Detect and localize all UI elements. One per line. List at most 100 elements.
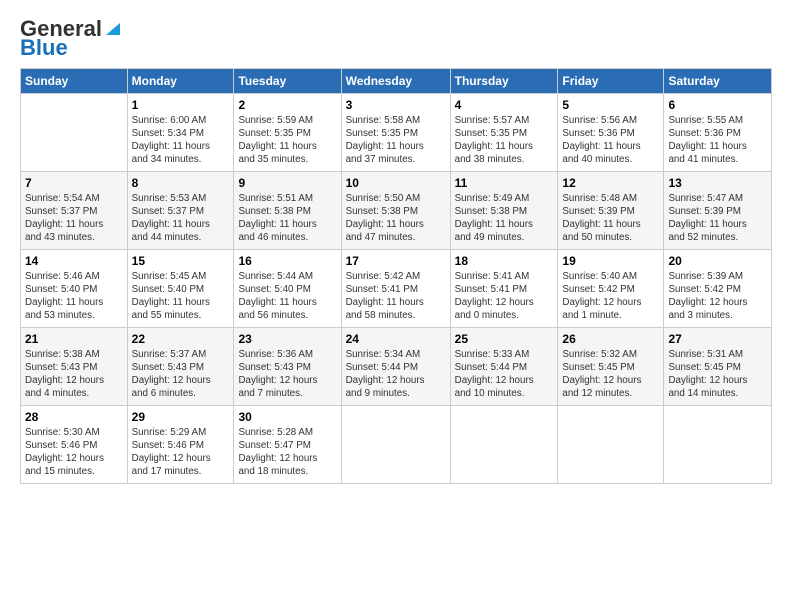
day-info: Sunrise: 5:41 AM Sunset: 5:41 PM Dayligh… (455, 270, 554, 323)
day-number: 24 (346, 332, 446, 346)
day-info: Sunrise: 5:39 AM Sunset: 5:42 PM Dayligh… (668, 270, 767, 323)
day-number: 22 (132, 332, 230, 346)
calendar-cell: 12 Sunrise: 5:48 AM Sunset: 5:39 PM Dayli… (558, 171, 664, 249)
calendar-cell (450, 405, 558, 483)
day-number: 8 (132, 176, 230, 190)
calendar-cell: 30 Sunrise: 5:28 AM Sunset: 5:47 PM Dayli… (234, 405, 341, 483)
day-info: Sunrise: 5:40 AM Sunset: 5:42 PM Dayligh… (562, 270, 659, 323)
day-number: 29 (132, 410, 230, 424)
day-number: 11 (455, 176, 554, 190)
day-info: Sunrise: 5:42 AM Sunset: 5:41 PM Dayligh… (346, 270, 446, 323)
calendar-cell: 1 Sunrise: 6:00 AM Sunset: 5:34 PM Daylig… (127, 93, 234, 171)
calendar-week-row: 1 Sunrise: 6:00 AM Sunset: 5:34 PM Daylig… (21, 93, 772, 171)
day-info: Sunrise: 5:47 AM Sunset: 5:39 PM Dayligh… (668, 192, 767, 245)
day-number: 21 (25, 332, 123, 346)
calendar-cell: 24Sunrise: 5:34 AM Sunset: 5:44 PM Dayli… (341, 327, 450, 405)
calendar-cell: 8 Sunrise: 5:53 AM Sunset: 5:37 PM Daylig… (127, 171, 234, 249)
calendar-body: 1 Sunrise: 6:00 AM Sunset: 5:34 PM Daylig… (21, 93, 772, 483)
day-number: 13 (668, 176, 767, 190)
day-number: 1 (132, 98, 230, 112)
calendar-cell (558, 405, 664, 483)
day-info: Sunrise: 5:31 AM Sunset: 5:45 PM Dayligh… (668, 348, 767, 401)
calendar-cell: 7 Sunrise: 5:54 AM Sunset: 5:37 PM Daylig… (21, 171, 128, 249)
calendar-cell: 20 Sunrise: 5:39 AM Sunset: 5:42 PM Dayli… (664, 249, 772, 327)
day-info: Sunrise: 5:46 AM Sunset: 5:40 PM Dayligh… (25, 270, 123, 323)
day-number: 10 (346, 176, 446, 190)
day-number: 20 (668, 254, 767, 268)
calendar-cell (341, 405, 450, 483)
day-number: 3 (346, 98, 446, 112)
calendar-header-row: SundayMondayTuesdayWednesdayThursdayFrid… (21, 68, 772, 93)
day-number: 4 (455, 98, 554, 112)
calendar-cell: 27 Sunrise: 5:31 AM Sunset: 5:45 PM Dayli… (664, 327, 772, 405)
calendar-cell: 4Sunrise: 5:57 AM Sunset: 5:35 PM Daylig… (450, 93, 558, 171)
calendar-cell: 19 Sunrise: 5:40 AM Sunset: 5:42 PM Dayli… (558, 249, 664, 327)
day-number: 9 (238, 176, 336, 190)
logo: General Blue (20, 16, 122, 58)
day-info: Sunrise: 5:50 AM Sunset: 5:38 PM Dayligh… (346, 192, 446, 245)
calendar-cell: 2 Sunrise: 5:59 AM Sunset: 5:35 PM Daylig… (234, 93, 341, 171)
calendar-cell: 9 Sunrise: 5:51 AM Sunset: 5:38 PM Daylig… (234, 171, 341, 249)
day-number: 26 (562, 332, 659, 346)
calendar-cell: 18 Sunrise: 5:41 AM Sunset: 5:41 PM Dayli… (450, 249, 558, 327)
calendar-header-cell: Sunday (21, 68, 128, 93)
day-number: 23 (238, 332, 336, 346)
calendar-cell (664, 405, 772, 483)
calendar-cell: 5Sunrise: 5:56 AM Sunset: 5:36 PM Daylig… (558, 93, 664, 171)
calendar-cell: 23 Sunrise: 5:36 AM Sunset: 5:43 PM Dayli… (234, 327, 341, 405)
day-number: 7 (25, 176, 123, 190)
day-number: 15 (132, 254, 230, 268)
calendar-cell: 21Sunrise: 5:38 AM Sunset: 5:43 PM Dayli… (21, 327, 128, 405)
day-number: 14 (25, 254, 123, 268)
calendar-cell: 14 Sunrise: 5:46 AM Sunset: 5:40 PM Dayli… (21, 249, 128, 327)
day-info: Sunrise: 5:53 AM Sunset: 5:37 PM Dayligh… (132, 192, 230, 245)
calendar-cell: 6 Sunrise: 5:55 AM Sunset: 5:36 PM Daylig… (664, 93, 772, 171)
calendar-week-row: 7 Sunrise: 5:54 AM Sunset: 5:37 PM Daylig… (21, 171, 772, 249)
day-number: 12 (562, 176, 659, 190)
day-number: 30 (238, 410, 336, 424)
logo-triangle-icon (104, 19, 122, 37)
calendar-cell: 15 Sunrise: 5:45 AM Sunset: 5:40 PM Dayli… (127, 249, 234, 327)
day-info: Sunrise: 5:58 AM Sunset: 5:35 PM Dayligh… (346, 114, 446, 167)
day-number: 18 (455, 254, 554, 268)
day-info: Sunrise: 5:49 AM Sunset: 5:38 PM Dayligh… (455, 192, 554, 245)
day-number: 19 (562, 254, 659, 268)
calendar-cell: 3 Sunrise: 5:58 AM Sunset: 5:35 PM Daylig… (341, 93, 450, 171)
header: General Blue (20, 16, 772, 58)
calendar-cell: 25 Sunrise: 5:33 AM Sunset: 5:44 PM Dayli… (450, 327, 558, 405)
calendar-cell: 26Sunrise: 5:32 AM Sunset: 5:45 PM Dayli… (558, 327, 664, 405)
day-number: 25 (455, 332, 554, 346)
day-info: Sunrise: 5:54 AM Sunset: 5:37 PM Dayligh… (25, 192, 123, 245)
calendar-header-cell: Monday (127, 68, 234, 93)
day-number: 6 (668, 98, 767, 112)
day-number: 28 (25, 410, 123, 424)
day-info: Sunrise: 6:00 AM Sunset: 5:34 PM Dayligh… (132, 114, 230, 167)
day-number: 27 (668, 332, 767, 346)
calendar-cell: 10 Sunrise: 5:50 AM Sunset: 5:38 PM Dayli… (341, 171, 450, 249)
day-info: Sunrise: 5:44 AM Sunset: 5:40 PM Dayligh… (238, 270, 336, 323)
calendar-cell (21, 93, 128, 171)
day-info: Sunrise: 5:33 AM Sunset: 5:44 PM Dayligh… (455, 348, 554, 401)
calendar-cell: 13 Sunrise: 5:47 AM Sunset: 5:39 PM Dayli… (664, 171, 772, 249)
day-info: Sunrise: 5:30 AM Sunset: 5:46 PM Dayligh… (25, 426, 123, 479)
calendar-cell: 11 Sunrise: 5:49 AM Sunset: 5:38 PM Dayli… (450, 171, 558, 249)
calendar-table: SundayMondayTuesdayWednesdayThursdayFrid… (20, 68, 772, 484)
day-info: Sunrise: 5:29 AM Sunset: 5:46 PM Dayligh… (132, 426, 230, 479)
calendar-cell: 28 Sunrise: 5:30 AM Sunset: 5:46 PM Dayli… (21, 405, 128, 483)
day-info: Sunrise: 5:36 AM Sunset: 5:43 PM Dayligh… (238, 348, 336, 401)
calendar-header-cell: Friday (558, 68, 664, 93)
day-info: Sunrise: 5:48 AM Sunset: 5:39 PM Dayligh… (562, 192, 659, 245)
day-number: 17 (346, 254, 446, 268)
calendar-cell: 29 Sunrise: 5:29 AM Sunset: 5:46 PM Dayli… (127, 405, 234, 483)
day-info: Sunrise: 5:51 AM Sunset: 5:38 PM Dayligh… (238, 192, 336, 245)
day-info: Sunrise: 5:55 AM Sunset: 5:36 PM Dayligh… (668, 114, 767, 167)
day-info: Sunrise: 5:59 AM Sunset: 5:35 PM Dayligh… (238, 114, 336, 167)
calendar-cell: 16Sunrise: 5:44 AM Sunset: 5:40 PM Dayli… (234, 249, 341, 327)
day-info: Sunrise: 5:45 AM Sunset: 5:40 PM Dayligh… (132, 270, 230, 323)
day-info: Sunrise: 5:37 AM Sunset: 5:43 PM Dayligh… (132, 348, 230, 401)
day-info: Sunrise: 5:56 AM Sunset: 5:36 PM Dayligh… (562, 114, 659, 167)
day-number: 2 (238, 98, 336, 112)
calendar-week-row: 14 Sunrise: 5:46 AM Sunset: 5:40 PM Dayli… (21, 249, 772, 327)
day-info: Sunrise: 5:28 AM Sunset: 5:47 PM Dayligh… (238, 426, 336, 479)
calendar-week-row: 28 Sunrise: 5:30 AM Sunset: 5:46 PM Dayli… (21, 405, 772, 483)
